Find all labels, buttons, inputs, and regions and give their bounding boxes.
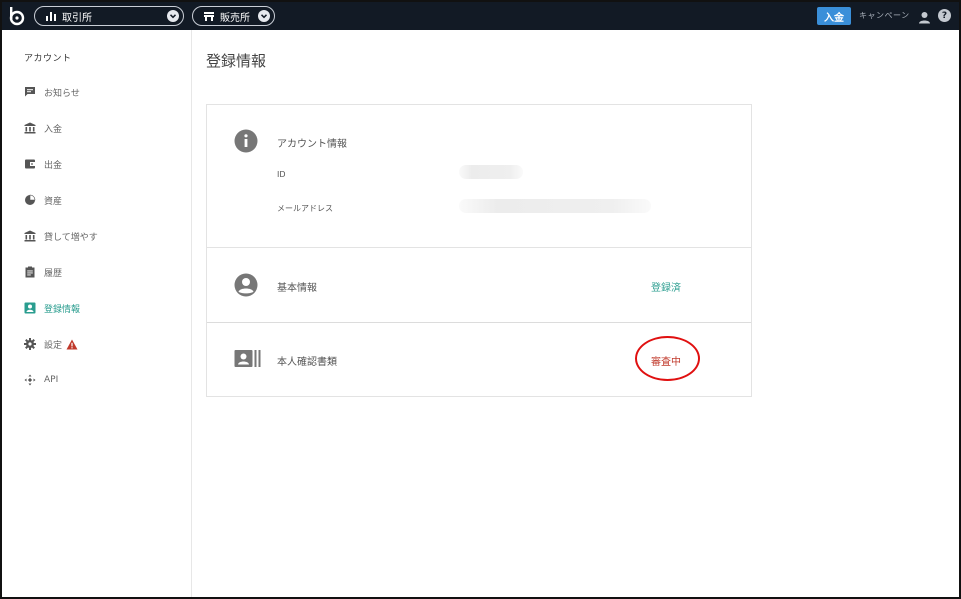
api-icon: [24, 374, 36, 386]
info-icon: [234, 129, 258, 153]
page-title: 登録情報: [206, 52, 267, 70]
store-icon: [203, 10, 215, 22]
sidebar-item-registration[interactable]: 登録情報: [24, 300, 80, 316]
campaign-link[interactable]: キャンペーン: [859, 10, 910, 21]
sidebar-item-label: 資産: [44, 196, 63, 207]
sidebar-item-news[interactable]: お知らせ: [24, 84, 80, 100]
chevron-down-icon: [258, 10, 270, 22]
user-icon[interactable]: [918, 9, 931, 24]
sidebar-title: アカウント: [24, 54, 72, 64]
account-info-label: アカウント情報: [277, 139, 347, 150]
sidebar-item-history[interactable]: 履歴: [24, 264, 62, 280]
sidebar-item-label: 設定: [44, 340, 63, 351]
sidebar-item-deposit[interactable]: 入金: [24, 120, 62, 136]
basic-info-section[interactable]: 基本情報 登録済: [207, 248, 751, 323]
identity-docs-section[interactable]: 本人確認書類 審査中: [207, 323, 751, 397]
bitbank-logo-icon[interactable]: [8, 6, 26, 26]
account-info-section: アカウント情報 ID メールアドレス: [207, 105, 751, 248]
deposit-button[interactable]: 入金: [817, 7, 851, 25]
message-icon: [24, 86, 36, 98]
sidebar-item-lending[interactable]: 貸して増やす: [24, 228, 98, 244]
email-value-redacted: [459, 199, 651, 213]
warning-icon: [66, 339, 78, 350]
id-label: ID: [277, 170, 286, 179]
sidebar-item-assets[interactable]: 資産: [24, 192, 62, 208]
clipboard-icon: [24, 266, 36, 278]
bank-icon: [24, 122, 36, 134]
sidebar-item-label: 入金: [44, 124, 63, 135]
account-box-icon: [24, 302, 36, 314]
id-card-icon: [234, 349, 261, 373]
basic-info-label: 基本情報: [277, 283, 317, 294]
registration-card: アカウント情報 ID メールアドレス 基本情報 登録済 本人確認書類 審査中: [206, 104, 752, 397]
sidebar-item-label: お知らせ: [44, 88, 80, 99]
basic-info-status: 登録済: [651, 283, 681, 294]
account-circle-icon: [234, 273, 258, 297]
shop-selector[interactable]: 販売所: [192, 6, 275, 26]
sidebar-item-label: 履歴: [44, 268, 63, 279]
wallet-icon: [24, 158, 36, 170]
sidebar-item-label: 登録情報: [44, 304, 81, 315]
bar-chart-icon: [45, 10, 57, 22]
sidebar-item-label: 貸して増やす: [44, 232, 98, 243]
chevron-down-icon: [167, 10, 179, 22]
top-bar: 取引所 販売所 入金 キャンペーン ?: [2, 2, 959, 30]
identity-docs-label: 本人確認書類: [277, 357, 337, 368]
app-window: 取引所 販売所 入金 キャンペーン ? アカウント お知らせ 入金 出金 資産 …: [0, 0, 961, 599]
shop-label: 販売所: [220, 12, 250, 24]
sidebar-item-withdraw[interactable]: 出金: [24, 156, 62, 172]
pie-chart-icon: [24, 194, 36, 206]
help-icon[interactable]: ?: [938, 9, 951, 22]
sidebar: アカウント お知らせ 入金 出金 資産 貸して増やす 履歴 登録情報 設定 AP…: [2, 30, 192, 597]
annotation-circle: [635, 336, 700, 381]
gear-icon: [24, 338, 36, 350]
email-label: メールアドレス: [277, 204, 333, 213]
sidebar-item-api[interactable]: API: [24, 372, 58, 388]
id-value-redacted: [459, 165, 523, 179]
exchange-selector[interactable]: 取引所: [34, 6, 184, 26]
exchange-label: 取引所: [62, 12, 92, 24]
sidebar-item-settings[interactable]: 設定: [24, 336, 78, 352]
sidebar-item-label: 出金: [44, 160, 63, 171]
bank-icon: [24, 230, 36, 242]
sidebar-item-label: API: [44, 375, 59, 385]
